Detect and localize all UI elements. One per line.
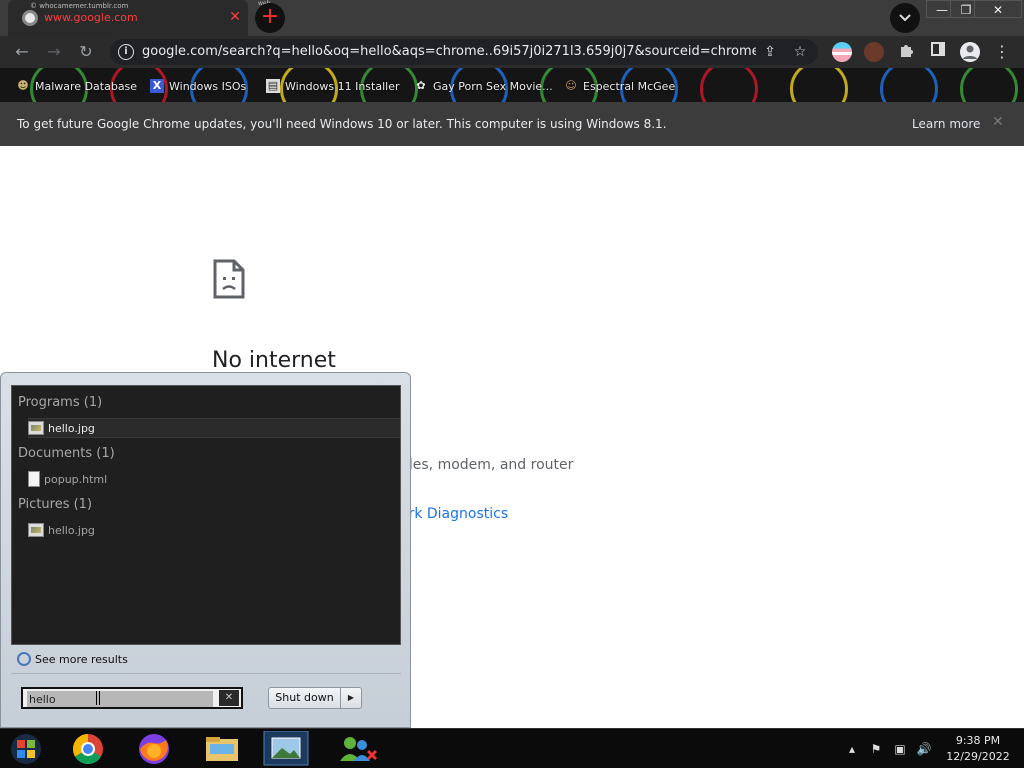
extensions-puzzle-icon[interactable] (896, 42, 916, 62)
theme-art-icon (960, 68, 1018, 102)
theme-art-icon (790, 68, 848, 102)
screen: { "browser": { "tab": { "tiny_caption": … (0, 0, 1024, 768)
firefox-icon[interactable] (128, 731, 180, 767)
infobar-message: To get future Google Chrome updates, you… (17, 117, 667, 131)
result-label: popup.html (44, 472, 108, 486)
new-tab-button[interactable]: + (255, 3, 285, 33)
result-item[interactable]: hello.jpg (28, 418, 400, 438)
result-item[interactable]: hello.jpg (28, 520, 400, 540)
browser-toolbar: ← → ↻ i google.com/search?q=hello&oq=hel… (0, 36, 1024, 68)
clock-date: 12/29/2022 (946, 750, 1010, 763)
theme-art-icon (880, 68, 938, 102)
share-icon[interactable]: ⇪ (760, 42, 780, 62)
document-file-icon (28, 471, 40, 487)
site-icon: ✿ (416, 79, 426, 92)
check-cables-text: bles, modem, and router (400, 457, 574, 473)
system-clock[interactable]: 9:38 PM 12/29/2022 (938, 733, 1018, 765)
theme-art-icon (700, 68, 758, 102)
account-avatar-icon[interactable] (960, 42, 980, 62)
result-label: hello.jpg (48, 523, 95, 537)
flag-extension-icon[interactable] (832, 42, 852, 62)
tray-overflow-icon[interactable]: ▴ (844, 742, 860, 756)
learn-more-link[interactable]: Learn more (912, 117, 980, 131)
forward-button[interactable]: → (42, 40, 66, 64)
clock-time: 9:38 PM (955, 734, 1001, 747)
bookmark-label: Gay Porn Sex Movie... (433, 79, 553, 93)
tab-google[interactable]: © whocamemer.tumblr.com www.google.com ✕ (8, 0, 248, 36)
magnifier-icon (17, 652, 31, 666)
see-more-label: See more results (35, 652, 128, 666)
bookmark-label: Espectral McGee (583, 79, 676, 93)
address-bar[interactable]: i google.com/search?q=hello&oq=hello&aqs… (110, 39, 818, 65)
image-file-icon (28, 421, 44, 435)
start-menu: Programs (1) hello.jpg Documents (1) pop… (0, 372, 411, 728)
group-title-pictures[interactable]: Pictures (1) (18, 497, 92, 512)
puzzle-icon (901, 45, 913, 57)
shutdown-button-group: Shut down ▶ (268, 687, 362, 709)
network-diagnostics-link[interactable]: ork Diagnostics (400, 506, 508, 522)
divider (11, 673, 401, 674)
tab-close-icon[interactable]: ✕ (226, 8, 244, 26)
volume-icon[interactable]: 🔊 (916, 742, 932, 756)
result-item[interactable]: popup.html (28, 469, 400, 489)
chrome-icon[interactable] (62, 731, 114, 767)
group-title-documents[interactable]: Documents (1) (18, 446, 115, 461)
bookmark-label: Malware Database (35, 79, 138, 93)
window-close-button[interactable]: ✕ (974, 0, 1022, 18)
clear-search-icon[interactable]: ✕ (219, 690, 239, 706)
bookmark-site[interactable]: ✿ Gay Porn Sex Movie... (414, 77, 553, 95)
shutdown-button[interactable]: Shut down (269, 688, 341, 708)
group-title-programs[interactable]: Programs (1) (18, 395, 102, 410)
text-cursor-icon (96, 691, 100, 705)
bookmark-windows-isos[interactable]: X Windows ISOs (150, 77, 246, 95)
person-icon: ☻ (17, 79, 29, 92)
bookmark-label: Windows ISOs (169, 79, 247, 93)
back-button[interactable]: ← (10, 40, 34, 64)
error-heading: No internet (212, 348, 336, 373)
bookmark-star-icon[interactable]: ☆ (790, 42, 810, 62)
avatar-icon: ☺ (565, 79, 577, 92)
result-label: hello.jpg (48, 421, 95, 435)
start-orb-icon[interactable] (6, 732, 46, 766)
tab-caption: © whocamemer.tumblr.com (30, 2, 129, 10)
tab-strip: © whocamemer.tumblr.com www.google.com ✕… (0, 0, 1024, 36)
search-results-pane: Programs (1) hello.jpg Documents (1) pop… (11, 385, 401, 645)
shutdown-options-arrow-icon[interactable]: ▶ (341, 688, 361, 708)
infobar-close-icon[interactable]: ✕ (992, 114, 1004, 130)
person-silhouette-icon (963, 45, 977, 59)
start-search-box[interactable]: ✕ (21, 687, 243, 709)
site-info-icon[interactable]: i (118, 44, 134, 60)
globe-icon (22, 10, 38, 26)
tab-title: www.google.com (44, 11, 138, 24)
url-text[interactable]: google.com/search?q=hello&oq=hello&aqs=c… (142, 44, 756, 59)
start-search-input[interactable] (27, 691, 213, 707)
side-panel-glyph-icon (931, 42, 945, 56)
tab-search-button[interactable] (890, 3, 920, 33)
bookmark-malware-database[interactable]: ☻ Malware Database (16, 77, 137, 95)
image-file-icon (28, 523, 44, 537)
taskbar: ▴ ⚑ ▣ 🔊 9:38 PM 12/29/2022 (0, 728, 1024, 768)
update-infobar: To get future Google Chrome updates, you… (0, 102, 1024, 146)
side-panel-icon[interactable] (928, 42, 948, 62)
chevron-down-icon (899, 14, 911, 22)
chrome-menu-icon[interactable]: ⋮ (992, 42, 1012, 62)
photo-viewer-icon[interactable] (260, 731, 312, 767)
document-icon: ▤ (266, 79, 280, 93)
profile-extension-icon[interactable] (864, 42, 884, 62)
windows-live-messenger-icon[interactable] (330, 731, 382, 767)
bookmark-windows-11-installer[interactable]: ▤ Windows 11 Installer (266, 77, 400, 95)
reload-button[interactable]: ↻ (74, 40, 98, 64)
network-icon[interactable]: ▣ (892, 742, 908, 756)
sad-document-icon (213, 259, 245, 299)
bookmarks-bar: ☻ Malware Database X Windows ISOs ▤ Wind… (0, 68, 1024, 102)
bookmark-label: Windows 11 Installer (285, 79, 400, 93)
x-logo-icon: X (150, 79, 164, 93)
file-explorer-icon[interactable] (196, 731, 248, 767)
bookmark-espectral-mcgee[interactable]: ☺ Espectral McGee (564, 77, 675, 95)
action-center-flag-icon[interactable]: ⚑ (868, 742, 884, 756)
see-more-results-link[interactable]: See more results (17, 652, 128, 666)
